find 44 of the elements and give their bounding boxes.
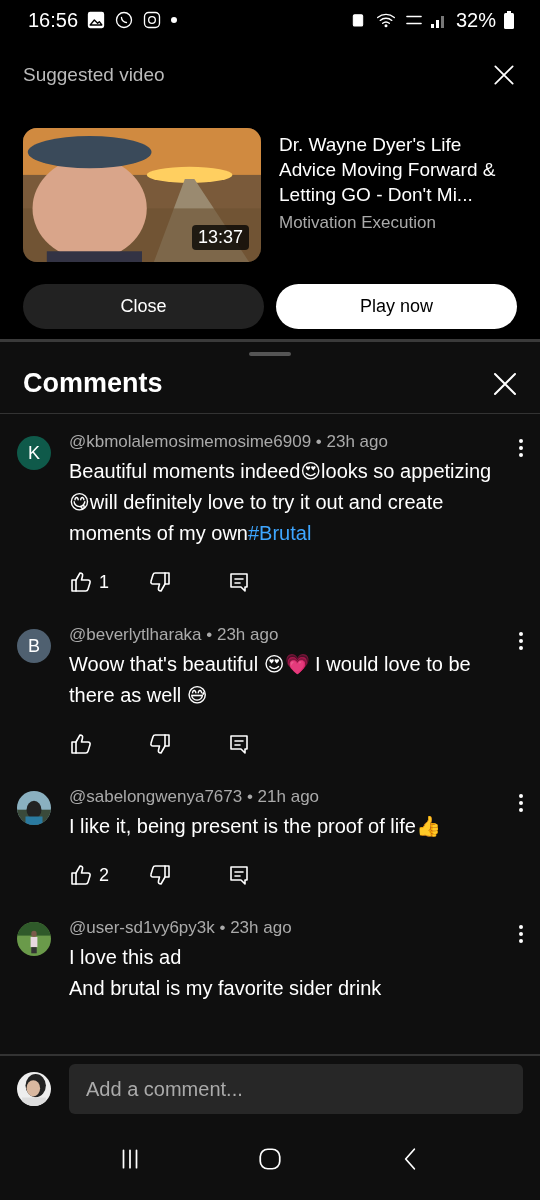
chat-icon bbox=[114, 10, 135, 30]
thumbs-down-icon[interactable] bbox=[148, 732, 172, 756]
comment-text: Woow that's beautiful 😍💗 I would love to be there as well 😅 bbox=[69, 652, 472, 708]
battery-percent: 32% bbox=[455, 8, 496, 32]
more-icon[interactable] bbox=[518, 631, 524, 651]
thumbs-up-icon[interactable] bbox=[69, 863, 93, 887]
thumbs-up-icon[interactable] bbox=[69, 570, 93, 594]
panel-title: Suggested video bbox=[23, 64, 165, 86]
more-icon[interactable] bbox=[518, 793, 524, 813]
thumbs-down-icon[interactable] bbox=[148, 570, 172, 594]
close-icon[interactable] bbox=[491, 62, 517, 88]
comment-text: I love this ad And brutal is my favorite sider drink bbox=[69, 945, 383, 1001]
thumbs-down-icon[interactable] bbox=[148, 863, 172, 887]
camera-icon bbox=[142, 10, 163, 30]
more-icon[interactable] bbox=[518, 924, 524, 944]
close-button[interactable]: Close bbox=[23, 284, 264, 329]
avatar[interactable]: B bbox=[17, 629, 51, 663]
channel-name: Motivation Execution bbox=[279, 213, 437, 233]
comment-text: I like it, being present is the proof of life👍 bbox=[69, 814, 442, 839]
hashtag-link[interactable]: #Brutal bbox=[247, 522, 312, 544]
sheet-title: Comments bbox=[23, 368, 163, 399]
like-count: 2 bbox=[99, 864, 109, 886]
reply-icon[interactable] bbox=[227, 570, 251, 594]
comment-text: Beautiful moments indeed😍looks so appetizing😋will definitely love to try it out and create moments of my own#Brutal bbox=[69, 459, 493, 546]
comment-meta: @kbmolalemosimemosime6909 • 23h ago bbox=[69, 432, 389, 452]
clock: 16:56 bbox=[28, 8, 79, 32]
video-title[interactable]: Dr. Wayne Dyer's Life Advice Moving Forward & Letting GO - Don't Mi... bbox=[279, 132, 517, 207]
comment-meta: @beverlytlharaka • 23h ago bbox=[69, 625, 280, 645]
home-icon[interactable] bbox=[257, 1146, 283, 1172]
reply-icon[interactable] bbox=[227, 863, 251, 887]
thumbs-up-icon[interactable] bbox=[69, 732, 93, 756]
comment-input[interactable]: Add a comment... bbox=[69, 1064, 523, 1114]
battery-icon bbox=[504, 11, 514, 29]
comment-meta: @sabelongwenya7673 • 21h ago bbox=[69, 787, 321, 807]
duration-badge: 13:37 bbox=[191, 225, 249, 250]
avatar[interactable]: K bbox=[17, 436, 51, 470]
dot-icon bbox=[170, 16, 179, 24]
drag-handle[interactable] bbox=[249, 352, 291, 356]
play-button[interactable]: Play now bbox=[276, 284, 517, 329]
like-count: 1 bbox=[99, 571, 109, 593]
more-icon[interactable] bbox=[518, 438, 524, 458]
reply-icon[interactable] bbox=[227, 732, 251, 756]
gallery-icon bbox=[86, 10, 107, 30]
comment-meta: @user-sd1vy6py3k • 23h ago bbox=[69, 918, 293, 938]
